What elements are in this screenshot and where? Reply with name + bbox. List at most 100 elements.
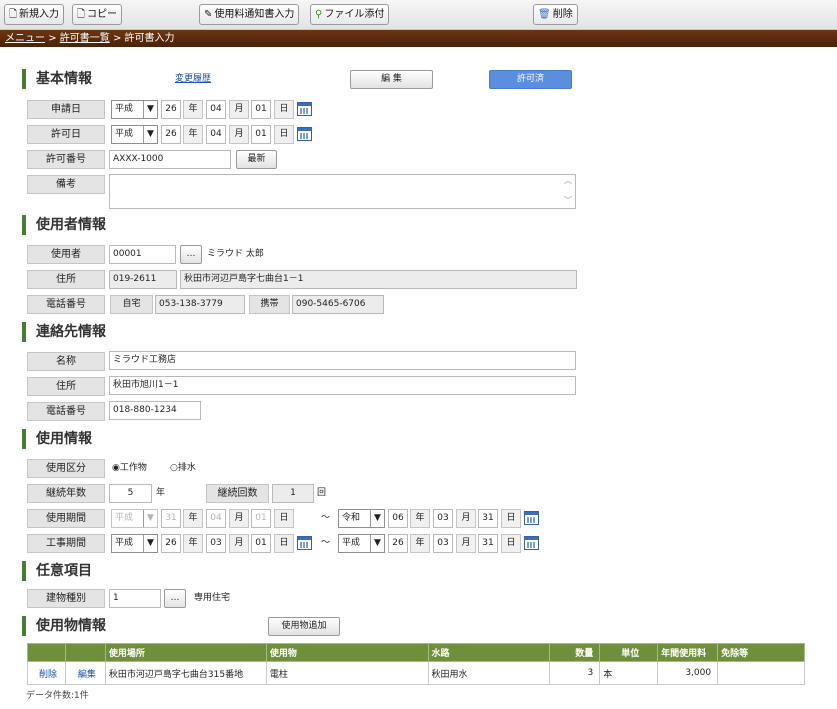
- work-to-year-field[interactable]: 26: [388, 534, 408, 553]
- usage-type-label: 使用区分: [27, 459, 105, 478]
- contact-phone-label: 電話番号: [27, 402, 105, 421]
- contact-phone-field[interactable]: 018-880-1234: [109, 401, 201, 420]
- year-unit: 年: [410, 534, 430, 553]
- period-from-day-field: 01: [251, 509, 271, 528]
- work-to-month-field[interactable]: 03: [433, 534, 453, 553]
- breadcrumb-list-link[interactable]: 許可書一覧: [60, 33, 110, 44]
- record-count: データ件数:1件: [26, 691, 89, 701]
- cont-count-label: 継続回数: [206, 484, 269, 503]
- change-history-link[interactable]: 変更履歴: [175, 70, 211, 89]
- breadcrumb-separator: >: [48, 33, 57, 44]
- user-phone-label: 電話番号: [27, 295, 105, 314]
- calendar-icon[interactable]: [524, 536, 539, 550]
- permit-year-field[interactable]: 26: [161, 125, 181, 144]
- add-object-button[interactable]: 使用物追加: [268, 617, 340, 636]
- month-unit: 月: [229, 125, 249, 144]
- remarks-textarea[interactable]: [109, 174, 576, 209]
- apply-era-select[interactable]: 平成 ▼: [111, 100, 158, 119]
- status-permitted-button[interactable]: 許可済: [489, 70, 572, 89]
- work-from-era-value: 平成: [115, 538, 134, 548]
- contact-name-field[interactable]: ミラウド工務店: [109, 351, 576, 370]
- work-from-era-select[interactable]: 平成 ▼: [111, 534, 158, 553]
- usage-period-label: 使用期間: [27, 509, 105, 528]
- apply-month-field[interactable]: 04: [206, 100, 226, 119]
- period-to-month-field[interactable]: 03: [433, 509, 453, 528]
- radio-unchecked-icon: ○: [170, 463, 178, 473]
- new-button[interactable]: 🗋 新規入力: [4, 4, 65, 25]
- edit-button[interactable]: 編 集: [350, 70, 433, 89]
- chevron-down-icon: ▼: [370, 535, 384, 552]
- fee-notice-button[interactable]: ✎ 使用料通知書入力: [199, 4, 300, 25]
- period-to-day-field[interactable]: 31: [478, 509, 498, 528]
- mobile-label: 携帯: [249, 295, 290, 314]
- user-address-field: 秋田市河辺戸島字七曲台1－1: [180, 270, 577, 289]
- remarks-label: 備考: [27, 175, 105, 194]
- permit-day-field[interactable]: 01: [251, 125, 271, 144]
- latest-button[interactable]: 最新: [236, 150, 277, 169]
- attach-file-button[interactable]: ⚲ ファイル添付: [310, 4, 390, 25]
- building-lookup-button[interactable]: …: [164, 589, 186, 608]
- user-code-field[interactable]: 00001: [109, 245, 176, 264]
- cont-count-field: 1: [272, 484, 314, 503]
- copy-document-icon: 🗋: [77, 9, 86, 20]
- contact-address-label: 住所: [27, 377, 105, 396]
- permit-month-field[interactable]: 04: [206, 125, 226, 144]
- apply-year-field[interactable]: 26: [161, 100, 181, 119]
- mobile-phone-field: 090-5465-6706: [292, 295, 384, 314]
- work-from-day-field[interactable]: 01: [251, 534, 271, 553]
- column-header-qty: 数量: [549, 643, 601, 662]
- radio-structure[interactable]: ◉工作物: [112, 459, 147, 478]
- day-unit: 日: [274, 509, 294, 528]
- period-to-era-select[interactable]: 令和 ▼: [338, 509, 385, 528]
- calendar-icon[interactable]: [297, 102, 312, 116]
- years-unit: 年: [156, 488, 166, 498]
- count-unit: 回: [317, 488, 327, 498]
- month-unit: 月: [456, 534, 476, 553]
- new-button-label: 新規入力: [19, 9, 60, 20]
- work-from-year-field[interactable]: 26: [161, 534, 181, 553]
- copy-button[interactable]: 🗋 コピー: [72, 4, 123, 25]
- delete-button[interactable]: 🗑 削除: [533, 4, 578, 25]
- contact-address-field[interactable]: 秋田市旭川1－1: [109, 376, 576, 395]
- breadcrumb-current: 許可書入力: [124, 33, 175, 44]
- apply-day-field[interactable]: 01: [251, 100, 271, 119]
- user-label: 使用者: [27, 245, 105, 264]
- breadcrumb-menu-link[interactable]: メニュー: [5, 33, 45, 44]
- user-lookup-button[interactable]: …: [180, 245, 202, 264]
- year-unit: 年: [183, 509, 203, 528]
- radio-drainage[interactable]: ○排水: [170, 459, 196, 478]
- period-to-year-field[interactable]: 06: [388, 509, 408, 528]
- work-from-month-field[interactable]: 03: [206, 534, 226, 553]
- apply-date-label: 申請日: [27, 100, 105, 119]
- chevron-down-icon: ▼: [143, 126, 157, 143]
- day-unit: 日: [501, 509, 521, 528]
- calendar-icon[interactable]: [297, 127, 312, 141]
- toolbar: 🗋 新規入力 🗋 コピー ✎ 使用料通知書入力 ⚲ ファイル添付 🗑 削除: [0, 0, 837, 30]
- month-unit: 月: [229, 100, 249, 119]
- building-code-field[interactable]: 1: [109, 589, 161, 608]
- month-unit: 月: [229, 509, 249, 528]
- period-from-era-value: 平成: [115, 513, 134, 523]
- building-type-name: 専用住宅: [194, 593, 231, 603]
- pencil-icon: ✎: [204, 9, 213, 20]
- period-from-month-field: 04: [206, 509, 226, 528]
- apply-era-value: 平成: [115, 104, 134, 114]
- scrollbar-arrows-icon[interactable]: ︿ ﹀: [564, 176, 572, 206]
- period-from-era-select: 平成 ▼: [111, 509, 158, 528]
- calendar-icon[interactable]: [524, 511, 539, 525]
- radio-structure-label: 工作物: [119, 463, 147, 473]
- new-document-icon: 🗋: [9, 9, 18, 20]
- contact-name-label: 名称: [27, 352, 105, 371]
- permit-number-label: 許可番号: [27, 150, 105, 169]
- cont-years-field[interactable]: 5: [109, 484, 152, 503]
- table-header-row: 使用場所 使用物 水路 数量 単位 年間使用料 免除等: [27, 643, 805, 662]
- column-header-unit: 単位: [599, 643, 659, 662]
- row-edit-link[interactable]: 編集: [64, 661, 106, 685]
- calendar-icon[interactable]: [297, 536, 312, 550]
- row-delete-link[interactable]: 削除: [27, 661, 66, 685]
- work-to-era-select[interactable]: 平成 ▼: [338, 534, 385, 553]
- work-to-day-field[interactable]: 31: [478, 534, 498, 553]
- permit-number-field[interactable]: AXXX-1000: [109, 150, 231, 169]
- permit-era-select[interactable]: 平成 ▼: [111, 125, 158, 144]
- period-tilde: ～: [321, 513, 331, 523]
